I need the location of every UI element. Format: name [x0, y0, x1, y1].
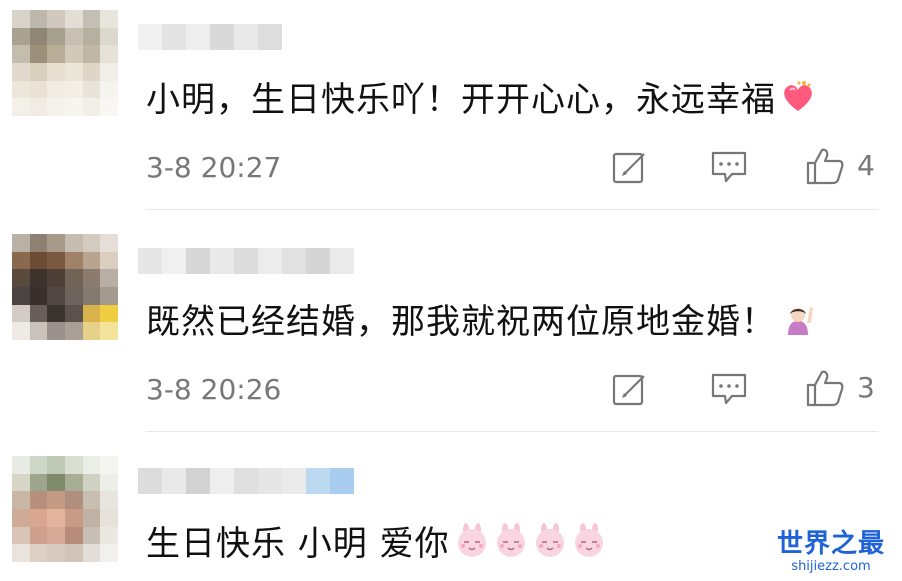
repost-icon	[612, 374, 645, 406]
heart-emoji-icon	[780, 79, 816, 126]
comment-text-content: 小明，生日快乐吖！开开心心，永远幸福	[146, 80, 776, 120]
like-button[interactable]: 4	[805, 146, 875, 186]
comment-button[interactable]	[710, 372, 748, 406]
bunny-face-emoji-icon	[454, 522, 610, 570]
comment-item: 既然已经结婚，那我就祝两位原地金婚！ 3-8 20:26 3	[0, 222, 902, 432]
watermark-url: shijiezz.com	[791, 559, 871, 574]
repost-button[interactable]	[612, 150, 648, 184]
thumbs-up-icon	[806, 148, 844, 185]
comment-text: 生日快乐 小明 爱你	[146, 522, 610, 570]
comment-icon	[711, 373, 747, 405]
site-watermark: 世界之最 shijiezz.com	[770, 529, 892, 575]
comment-item: 小明，生日快乐吖！开开心心，永远幸福 3-8 20:27 4	[0, 0, 902, 210]
username-blurred[interactable]	[138, 468, 354, 494]
comment-text-content: 既然已经结婚，那我就祝两位原地金婚！	[146, 302, 776, 342]
raised-hand-person-emoji-icon	[780, 301, 816, 348]
repost-button[interactable]	[612, 372, 648, 406]
comment-text: 小明，生日快乐吖！开开心心，永远幸福	[146, 78, 816, 126]
repost-icon	[612, 152, 645, 184]
comment-timestamp: 3-8 20:26	[146, 373, 282, 406]
comment-text: 既然已经结婚，那我就祝两位原地金婚！	[146, 300, 816, 348]
avatar[interactable]	[12, 456, 118, 562]
username-blurred[interactable]	[138, 248, 354, 274]
thumbs-up-icon	[806, 370, 844, 407]
watermark-title: 世界之最	[776, 529, 885, 559]
avatar[interactable]	[12, 234, 118, 340]
divider	[146, 431, 878, 432]
like-count: 3	[857, 371, 875, 404]
username-blurred[interactable]	[138, 24, 282, 50]
like-button[interactable]: 3	[805, 368, 875, 408]
comment-icon	[711, 151, 747, 183]
comment-item: 生日快乐 小明 爱你	[0, 448, 902, 581]
comment-button[interactable]	[710, 150, 748, 184]
avatar[interactable]	[12, 10, 118, 116]
divider	[146, 209, 878, 210]
comment-text-content: 生日快乐 小明 爱你	[146, 524, 450, 564]
comment-timestamp: 3-8 20:27	[146, 151, 282, 184]
like-count: 4	[857, 149, 875, 182]
